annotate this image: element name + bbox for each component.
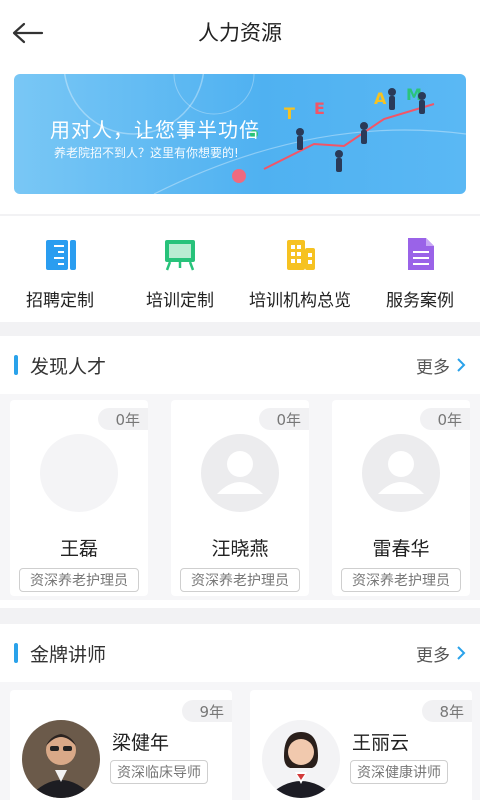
menu-label: 招聘定制 <box>26 291 94 311</box>
quick-menu: 招聘定制 培训定制 培训机构总览 服务案例 <box>0 216 480 322</box>
banner-section: T E A M 用对人，让您事半功倍 养老院招不到人？这里有你想要的! <box>0 64 480 214</box>
building-icon <box>287 240 315 270</box>
banner-headline: 用对人，让您事半功倍 <box>50 118 260 142</box>
avatar <box>262 720 340 798</box>
team-letter: A <box>374 89 387 108</box>
talent-section: 发现人才 更多 0年 王磊 资深养老护理员 0年 汪晓燕 资深养老护理员 0年 <box>0 336 480 608</box>
section-title: 金牌讲师 <box>30 643 107 666</box>
menu-label: 培训机构总览 <box>249 291 351 311</box>
user-placeholder-icon <box>378 451 424 494</box>
lecturer-title-tag: 资深临床导师 <box>110 760 208 784</box>
years-badge: 8年 <box>422 700 472 722</box>
lecturer-card[interactable]: 9年 梁健年 资深临床导师 <box>10 690 232 800</box>
lecturer-photo <box>22 720 100 798</box>
user-placeholder-icon <box>217 451 263 494</box>
talent-card[interactable]: 0年 雷春华 资深养老护理员 <box>332 400 470 596</box>
talent-name: 雷春华 <box>372 538 430 560</box>
ruler-pencil-icon <box>46 240 76 270</box>
lecturer-section: 金牌讲师 更多 9年 梁健年 资深临床导师 8年 王丽云 资深健康讲师 <box>0 624 480 800</box>
lecturer-title-tag: 资深健康讲师 <box>350 760 448 784</box>
lecturer-card[interactable]: 8年 王丽云 资深健康讲师 <box>250 690 472 800</box>
talent-card[interactable]: 0年 王磊 资深养老护理员 <box>10 400 148 596</box>
section-header: 金牌讲师 更多 <box>0 624 480 682</box>
menu-recruit-custom[interactable]: 招聘定制 <box>0 216 120 322</box>
menu-training-institutions[interactable]: 培训机构总览 <box>240 216 360 322</box>
promo-banner[interactable]: T E A M 用对人，让您事半功倍 养老院招不到人？这里有你想要的! <box>14 74 466 194</box>
years-badge: 0年 <box>259 408 309 430</box>
avatar <box>22 720 100 798</box>
menu-training-custom[interactable]: 培训定制 <box>120 216 240 322</box>
lecturer-list: 9年 梁健年 资深临床导师 8年 王丽云 资深健康讲师 <box>0 682 480 800</box>
talent-title-tag: 资深养老护理员 <box>19 568 139 592</box>
talent-name: 王磊 <box>59 538 98 560</box>
years-badge: 0年 <box>420 408 470 430</box>
years-badge: 9年 <box>182 700 232 722</box>
more-label: 更多 <box>416 357 450 378</box>
years-badge: 0年 <box>98 408 148 430</box>
more-label: 更多 <box>416 645 450 666</box>
section-accent-bar <box>14 643 18 663</box>
team-letter: E <box>314 99 325 118</box>
section-accent-bar <box>14 355 18 375</box>
menu-label: 培训定制 <box>146 291 214 311</box>
top-bar: 人力资源 <box>0 0 480 64</box>
menu-label: 服务案例 <box>386 291 454 311</box>
menu-service-cases[interactable]: 服务案例 <box>360 216 480 322</box>
talent-name: 汪晓燕 <box>211 538 269 560</box>
lecturer-more-link[interactable]: 更多 <box>416 641 466 666</box>
talent-list: 0年 王磊 资深养老护理员 0年 汪晓燕 资深养老护理员 0年 雷春华 资深养老… <box>0 394 480 600</box>
team-letter: T <box>284 104 295 123</box>
avatar <box>201 434 279 512</box>
page-title: 人力资源 <box>198 21 282 45</box>
lecturer-name: 王丽云 <box>352 732 410 754</box>
talent-card[interactable]: 0年 汪晓燕 资深养老护理员 <box>171 400 309 596</box>
lecturer-photo <box>262 720 340 798</box>
lecturer-name: 梁健年 <box>112 732 170 754</box>
document-icon <box>408 238 434 270</box>
banner-subline: 养老院招不到人？这里有你想要的! <box>54 146 239 160</box>
easel-board-icon <box>165 240 195 271</box>
talent-title-tag: 资深养老护理员 <box>180 568 300 592</box>
avatar <box>362 434 440 512</box>
section-header: 发现人才 更多 <box>0 336 480 394</box>
section-title: 发现人才 <box>30 355 107 378</box>
talent-more-link[interactable]: 更多 <box>416 353 466 378</box>
chevron-right-icon <box>457 646 466 660</box>
avatar <box>40 434 118 512</box>
chevron-right-icon <box>457 358 466 372</box>
back-arrow-icon[interactable] <box>10 18 46 48</box>
talent-title-tag: 资深养老护理员 <box>341 568 461 592</box>
